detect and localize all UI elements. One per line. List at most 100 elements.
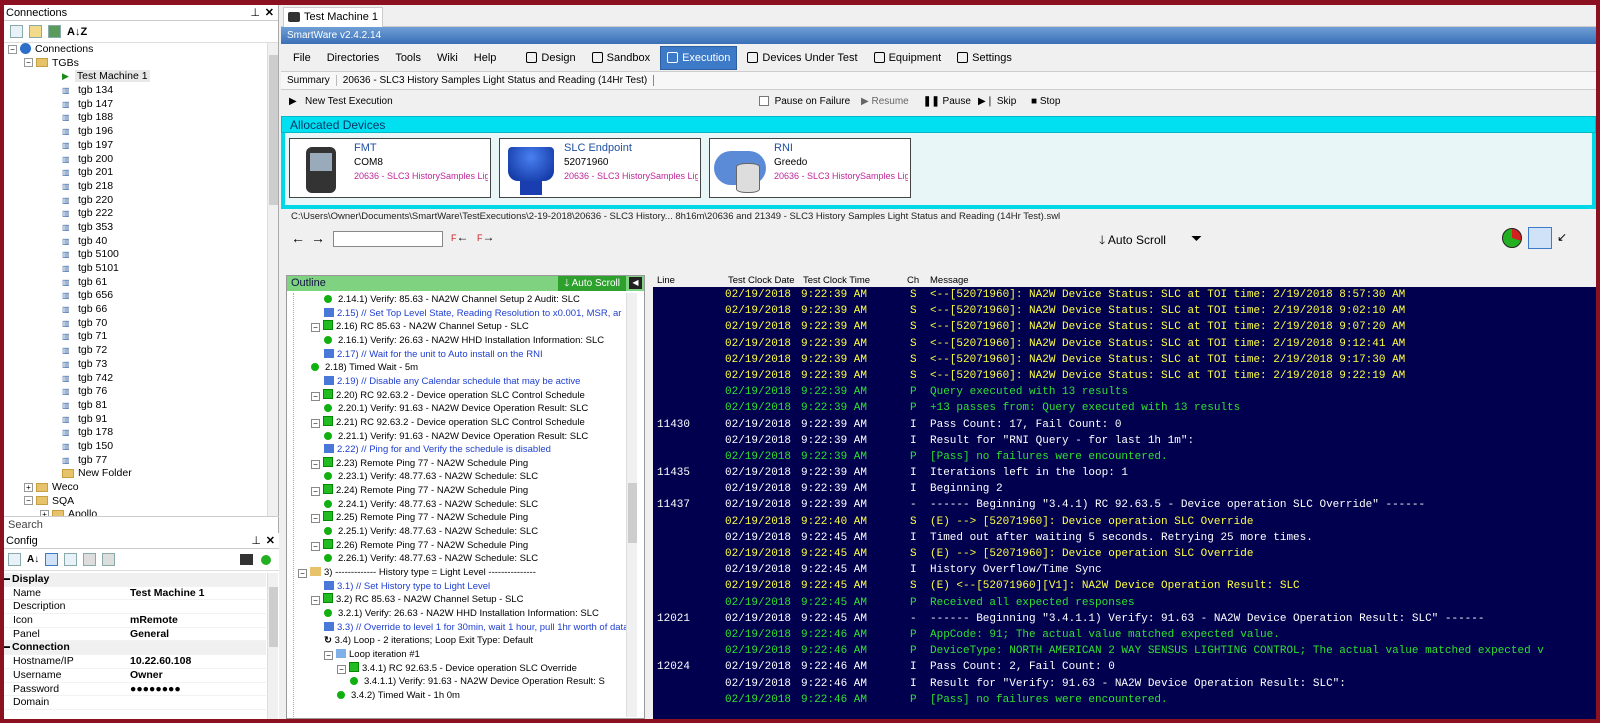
log-row[interactable]: 02/19/2018 9:22:45 AM I Timed out after wai… bbox=[653, 530, 1596, 546]
log-row[interactable]: 11430 02/19/2018 9:22:39 AM I Pass Count: 17… bbox=[653, 417, 1596, 433]
expand-toggle-icon[interactable]: − bbox=[311, 514, 320, 524]
menu-file[interactable]: File bbox=[287, 47, 317, 69]
property-value[interactable]: mRemote bbox=[130, 614, 266, 627]
log-row[interactable]: 02/19/2018 9:22:46 AM P [Pass] no failures … bbox=[653, 692, 1596, 708]
outline-item[interactable]: − Loop iteration #1 bbox=[294, 648, 636, 662]
outline-item[interactable]: 2.15) // Set Top Level State, Reading Re… bbox=[294, 307, 636, 321]
outline-item[interactable]: 2.26.1) Verify: 48.77.63 - NA2W Schedule… bbox=[294, 552, 636, 566]
log-column-0[interactable]: Line bbox=[657, 275, 675, 287]
outline-item[interactable]: − 2.16) RC 85.63 - NA2W Channel Setup - S… bbox=[294, 320, 636, 334]
log-row[interactable]: 02/19/2018 9:22:45 AM S (E) <--[52071960][V… bbox=[653, 578, 1596, 594]
device-card[interactable]: FMT COM8 20636 - SLC3 HistorySamples Light bbox=[289, 138, 491, 198]
outline-item[interactable]: 2.16.1) Verify: 26.63 - NA2W HHD Install… bbox=[294, 334, 636, 348]
log-row[interactable]: 02/19/2018 9:22:39 AM S <--[52071960]: NA2W… bbox=[653, 303, 1596, 319]
outline-item[interactable]: − 2.23) Remote Ping 77 - NA2W Schedule Pi… bbox=[294, 456, 636, 471]
expand-toggle-icon[interactable]: − bbox=[298, 569, 307, 578]
outline-item[interactable]: − 2.21) RC 92.63.2 - Device operation SLC… bbox=[294, 415, 636, 430]
tree-item[interactable]: ▥ tgb 188 bbox=[4, 111, 266, 125]
device-card[interactable]: SLC Endpoint 52071960 20636 - SLC3 History… bbox=[499, 138, 701, 198]
tree-item[interactable]: ▥ tgb 197 bbox=[4, 139, 266, 153]
find-next-icon[interactable]: F→ bbox=[477, 230, 495, 244]
screen-icon[interactable] bbox=[240, 554, 253, 565]
nav-equipment[interactable]: Equipment bbox=[868, 47, 948, 69]
property-row[interactable]: Username Owner bbox=[4, 669, 266, 683]
outline-item[interactable]: 3.4.2) Timed Wait - 1h 0m bbox=[294, 689, 636, 703]
sort-icon[interactable]: A↓Z bbox=[67, 26, 87, 38]
tab-test-machine-1[interactable]: Test Machine 1 bbox=[283, 7, 383, 27]
tree-item[interactable]: − SQA bbox=[4, 495, 266, 509]
nav-sandbox[interactable]: Sandbox bbox=[586, 47, 656, 69]
outline-item[interactable]: − 2.25) Remote Ping 77 - NA2W Schedule Pi… bbox=[294, 511, 636, 525]
close-icon[interactable]: ✕ bbox=[265, 5, 274, 21]
outline-item[interactable]: ↻ 3.4) Loop - 2 iterations; Loop Exit Ty… bbox=[294, 634, 636, 648]
tree-item[interactable]: ▥ tgb 200 bbox=[4, 153, 266, 167]
expand-icon[interactable]: ↙ bbox=[1557, 230, 1567, 244]
tree-item[interactable]: − Connections bbox=[4, 43, 266, 57]
resume-button[interactable]: ▶ Resume bbox=[861, 96, 909, 107]
tree-scrollbar[interactable] bbox=[267, 43, 278, 517]
property-row[interactable]: Hostname/IP 10.22.60.108 bbox=[4, 655, 266, 669]
log-column-3[interactable]: Ch bbox=[907, 275, 919, 287]
tree-item[interactable]: ▥ tgb 150 bbox=[4, 440, 266, 454]
expand-toggle-icon[interactable]: − bbox=[311, 596, 320, 606]
expand-toggle-icon[interactable]: − bbox=[311, 323, 320, 333]
connections-search[interactable]: Search bbox=[4, 516, 279, 532]
log-column-1[interactable]: Test Clock Date bbox=[728, 275, 795, 287]
nav-settings[interactable]: Settings bbox=[951, 47, 1018, 69]
log-row[interactable]: 02/19/2018 9:22:39 AM P [Pass] no failures … bbox=[653, 449, 1596, 465]
log-row[interactable]: 02/19/2018 9:22:39 AM S <--[52071960]: NA2W… bbox=[653, 336, 1596, 352]
pin-icon[interactable]: ⊥ bbox=[251, 533, 261, 549]
new-test-execution-button[interactable]: ▶ New Test Execution bbox=[289, 96, 393, 107]
tree-item[interactable]: ▥ tgb 201 bbox=[4, 166, 266, 180]
property-value[interactable]: General bbox=[130, 628, 266, 641]
log-column-2[interactable]: Test Clock Time bbox=[803, 275, 870, 287]
property-row[interactable]: Icon mRemote bbox=[4, 614, 266, 628]
back-arrow-icon[interactable]: ← bbox=[291, 230, 305, 246]
outline-item[interactable]: 2.20.1) Verify: 91.63 - NA2W Device Oper… bbox=[294, 402, 636, 416]
outline-item[interactable]: − 3.4.1) RC 92.63.5 - Device operation SL… bbox=[294, 661, 636, 676]
expand-toggle-icon[interactable]: − bbox=[311, 391, 320, 401]
outline-item[interactable]: − 2.26) Remote Ping 77 - NA2W Schedule Pi… bbox=[294, 538, 636, 553]
log-row[interactable]: 02/19/2018 9:22:39 AM I Beginning 2 bbox=[653, 481, 1596, 497]
outline-item[interactable]: − 2.24) Remote Ping 77 - NA2W Schedule Pi… bbox=[294, 484, 636, 498]
outline-item[interactable]: 2.23.1) Verify: 48.77.63 - NA2W Schedule… bbox=[294, 470, 636, 484]
log-row[interactable]: 02/19/2018 9:22:39 AM I Result for "RNI Que… bbox=[653, 433, 1596, 449]
log-view-icon[interactable] bbox=[1528, 227, 1552, 249]
expand-toggle-icon[interactable]: − bbox=[8, 44, 17, 54]
new-folder-icon[interactable] bbox=[29, 25, 42, 38]
outline-item[interactable]: 2.21.1) Verify: 91.63 - NA2W Device Oper… bbox=[294, 430, 636, 444]
view-icon[interactable] bbox=[48, 25, 61, 38]
device-card[interactable]: RNI Greedo 20636 - SLC3 HistorySamples Lig… bbox=[709, 138, 911, 198]
log-row[interactable]: 12021 02/19/2018 9:22:45 AM - ------ Beginni… bbox=[653, 611, 1596, 627]
tree-item[interactable]: ▥ tgb 70 bbox=[4, 317, 266, 331]
log-row[interactable]: 02/19/2018 9:22:39 AM S <--[52071960]: NA2W… bbox=[653, 368, 1596, 384]
tree-item[interactable]: ▥ tgb 61 bbox=[4, 276, 266, 290]
outline-item[interactable]: 3.1) // Set History type to Light Level bbox=[294, 580, 636, 594]
outline-item[interactable]: 2.22) // Ping for and Verify the schedul… bbox=[294, 443, 636, 457]
nav-design[interactable]: Design bbox=[520, 47, 581, 69]
pause-button[interactable]: ❚❚ Pause bbox=[923, 96, 971, 107]
outline-item[interactable]: 2.18) Timed Wait - 5m bbox=[294, 361, 636, 375]
summary-tab[interactable]: Summary bbox=[281, 75, 337, 86]
outline-item[interactable]: 2.24.1) Verify: 48.77.63 - NA2W Schedule… bbox=[294, 498, 636, 512]
pause-on-failure-checkbox[interactable]: Pause on Failure bbox=[759, 96, 850, 107]
tree-item[interactable]: ▥ tgb 353 bbox=[4, 221, 266, 235]
property-value[interactable]: 10.22.60.108 bbox=[130, 655, 266, 668]
outline-item[interactable]: 2.19) // Disable any Calendar schedule t… bbox=[294, 375, 636, 389]
tree-item[interactable]: ▥ tgb 742 bbox=[4, 372, 266, 386]
outline-item[interactable]: − 3) ------------- History type = Light L… bbox=[294, 566, 636, 580]
tree-item[interactable]: ▥ tgb 72 bbox=[4, 344, 266, 358]
log-row[interactable]: 11435 02/19/2018 9:22:39 AM I Iterations lef… bbox=[653, 465, 1596, 481]
property-value[interactable]: Owner bbox=[130, 669, 266, 682]
filter-icon[interactable]: ⏷ bbox=[1191, 230, 1202, 247]
expand-toggle-icon[interactable]: − bbox=[337, 664, 346, 674]
execution-title-tab[interactable]: 20636 - SLC3 History Samples Light Statu… bbox=[337, 75, 655, 86]
tree-item[interactable]: ▥ tgb 220 bbox=[4, 194, 266, 208]
log-column-4[interactable]: Message bbox=[930, 275, 969, 287]
outline-item[interactable]: − 3.2) RC 85.63 - NA2W Channel Setup - SL… bbox=[294, 593, 636, 607]
log-row[interactable]: 02/19/2018 9:22:46 AM P DeviceType: NORTH A… bbox=[653, 643, 1596, 659]
log-row[interactable]: 02/19/2018 9:22:45 AM P Received all expect… bbox=[653, 595, 1596, 611]
categorized-icon[interactable] bbox=[8, 553, 21, 566]
inheritance-icon[interactable] bbox=[64, 553, 78, 566]
menu-wiki[interactable]: Wiki bbox=[431, 47, 464, 69]
